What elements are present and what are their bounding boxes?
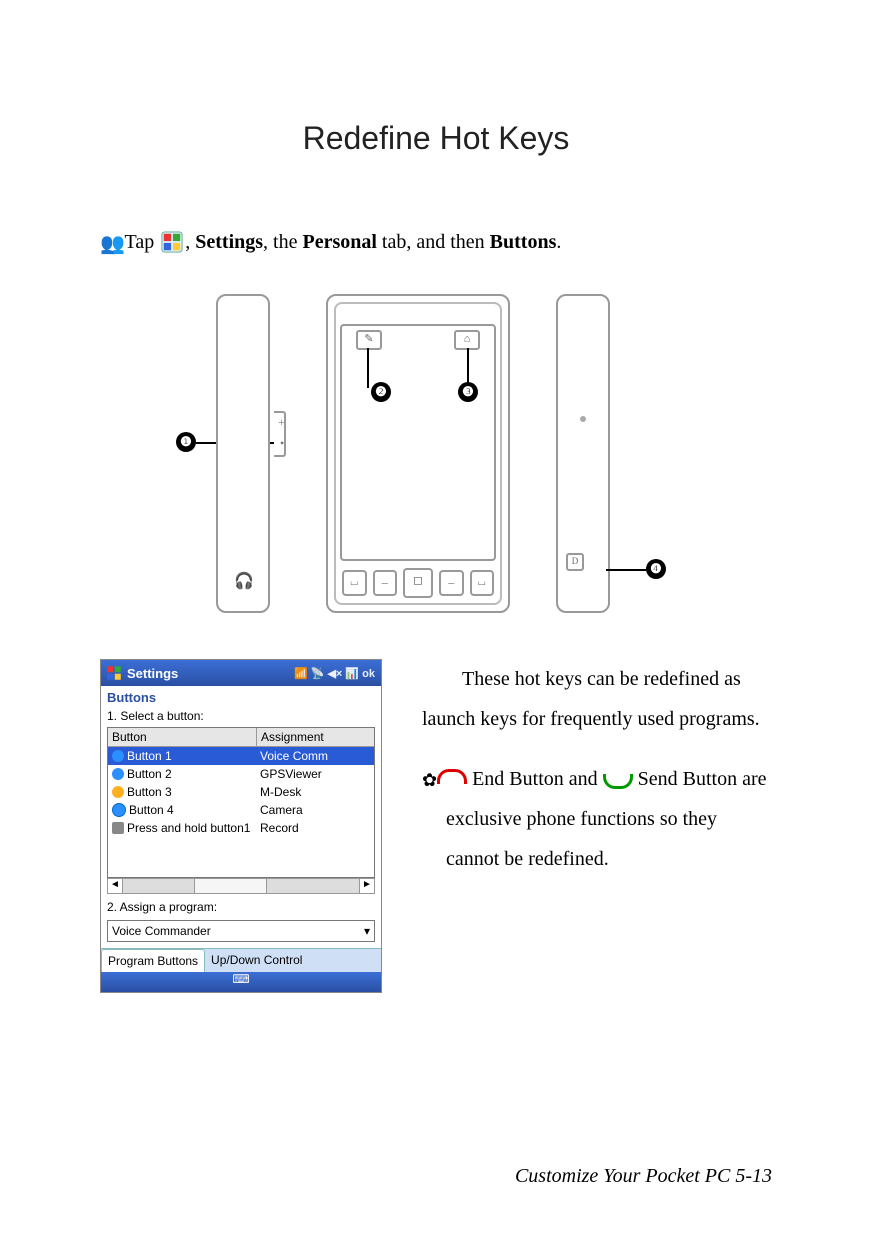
tab-updown-control[interactable]: Up/Down Control [205,949,308,972]
callout-3: ❸ [458,382,478,402]
table-header: Button Assignment [108,728,374,747]
text-mid: tab, and then [377,231,490,253]
device-side-right: D [556,294,610,613]
row-icon [112,803,126,817]
status-icons: 📶 📡 ◀× 📊 ok [294,667,375,680]
row-icon [112,822,124,834]
text-tap: Tap [125,231,155,253]
text-personal: Personal [302,231,376,253]
row-asg: M-Desk [256,783,374,801]
send-call-icon [603,774,633,789]
volume-dot-icon: • [280,436,284,451]
device-front: ✎ ⌂ ⏘ – ◻ – ⏘ [326,294,510,613]
row-asg: Record [256,819,374,837]
dpad-icon: ◻ [403,568,433,598]
table-row[interactable]: Button 3 M-Desk [108,783,374,801]
table-row[interactable]: Button 1 Voice Comm [108,747,374,765]
table-row[interactable]: Button 4 Camera [108,801,374,819]
start-flag-icon [161,231,183,253]
row-asg: Voice Comm [256,747,374,765]
col-button: Button [108,728,257,746]
side-dot-icon [580,416,586,422]
gear-icon: ✿ [422,770,437,790]
dash-left-icon: – [373,570,398,596]
callout-2: ❷ [371,382,391,402]
body-p1: These hot keys can be redefined as launc… [422,659,772,739]
text-c2: , the [263,231,302,253]
row-icon [112,786,124,798]
softkey-left-icon: ⏘ [342,570,367,596]
table-row[interactable]: Button 2 GPSViewer [108,765,374,783]
screenshot-titlebar: Settings 📶 📡 ◀× 📊 ok [101,660,381,686]
callout-4-leader [606,569,646,571]
step2-label: 2. Assign a program: [101,898,381,918]
device-side-left: + • 🎧 [216,294,270,613]
row-btn: Button 1 [127,749,172,763]
page-title: Redefine Hot Keys [100,120,772,157]
device-diagram: ❶ + • 🎧 ✎ ⌂ ⏘ – ◻ – ⏘ ❷ ❸ D ❹ [176,289,696,629]
body-text: These hot keys can be redefined as launc… [422,659,772,993]
chevron-down-icon: ▾ [364,924,370,938]
headphone-icon: 🎧 [234,571,254,591]
dash-right-icon: – [439,570,464,596]
note-a: End Button and [472,768,603,790]
step1-label: 1. Select a button: [101,707,381,727]
row-btn: Press and hold button1 [127,821,250,835]
text-c1: , [185,231,195,253]
scroll-left-icon[interactable]: ◄ [108,879,123,893]
screenshot-tabs: Program Buttons Up/Down Control [101,948,381,972]
screenshot-title: Settings [127,666,178,681]
row-btn: Button 4 [129,803,174,817]
assign-program-dropdown[interactable]: Voice Commander ▾ [107,920,375,942]
dropdown-value: Voice Commander [112,924,211,938]
pen-button-icon: ✎ [356,330,382,350]
table-row[interactable]: Press and hold button1 Record [108,819,374,837]
settings-screenshot: Settings 📶 📡 ◀× 📊 ok Buttons 1. Select a… [100,659,382,993]
page-footer: Customize Your Pocket PC 5-13 [515,1165,772,1188]
callout-4: ❹ [646,559,666,579]
end-call-icon [437,769,467,784]
row-asg: Camera [256,801,374,819]
text-settings: Settings [195,231,263,253]
col-assignment: Assignment [257,728,328,746]
volume-plus-icon: + [278,415,285,430]
buttons-table: Button Assignment Button 1 Voice Comm Bu… [107,727,375,878]
start-flag-icon [105,664,123,682]
row-btn: Button 3 [127,785,172,799]
device-screen [340,324,496,561]
side-d-button-icon: D [566,553,584,571]
row-btn: Button 2 [127,767,172,781]
device-bottom-row: ⏘ – ◻ – ⏘ [342,569,494,597]
people-icon: 👥 [100,229,120,259]
scroll-right-icon[interactable]: ► [359,879,374,893]
tab-program-buttons[interactable]: Program Buttons [101,949,205,972]
scroll-thumb[interactable] [194,879,267,893]
text-buttons: Buttons [490,231,557,253]
row-asg: GPSViewer [256,765,374,783]
horizontal-scrollbar[interactable]: ◄ ► [107,878,375,894]
screenshot-header: Buttons [101,686,381,707]
row-icon [112,768,124,780]
row-icon [112,750,124,762]
sip-bar[interactable]: ⌨ [101,972,381,992]
instruction-line: 👥 Tap , Settings, the Personal tab, and … [100,227,772,259]
text-end: . [556,231,561,253]
callout-1: ❶ [176,432,196,452]
home-button-icon: ⌂ [454,330,480,350]
callout-2-leader [367,348,369,388]
softkey-right-icon: ⏘ [470,570,495,596]
